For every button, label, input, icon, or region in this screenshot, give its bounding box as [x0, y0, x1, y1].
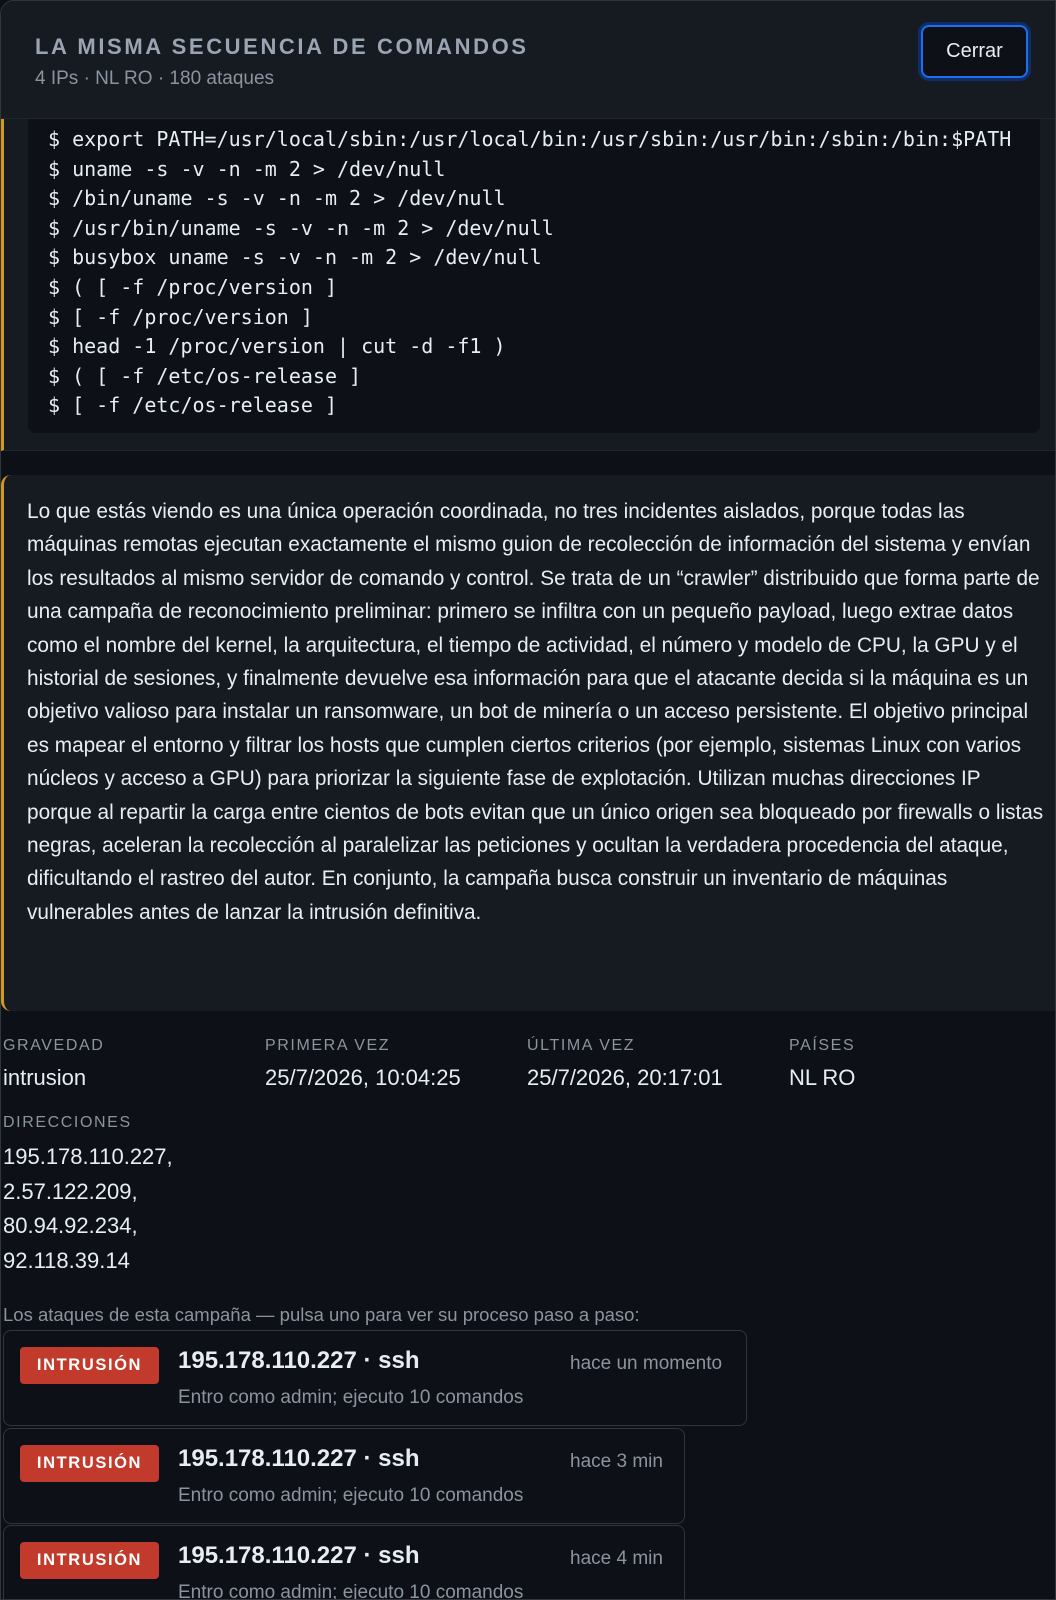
- command-line: $ head -1 /proc/version | cut -d -f1 ): [48, 334, 506, 359]
- addresses-section: DIRECCIONES 195.178.110.227, 2.57.122.20…: [3, 1114, 173, 1278]
- ip-address: 2.57.122.209,: [3, 1178, 138, 1204]
- attack-summary: Entro como admin; ejecuto 10 comandos: [178, 1485, 524, 1506]
- meta-countries: PAÍSES NL RO: [789, 1037, 855, 1091]
- panel-title: LA MISMA SECUENCIA DE COMANDOS: [35, 34, 529, 59]
- command-code-block: $ export PATH=/usr/local/sbin:/usr/local…: [28, 119, 1040, 433]
- campaign-explanation: Lo que estás viendo es una única operaci…: [1, 475, 1055, 1011]
- command-line: $ ( [ -f /proc/version ]: [48, 274, 337, 299]
- close-button[interactable]: Cerrar: [921, 25, 1028, 78]
- last-seen-label: ÚLTIMA VEZ: [527, 1037, 636, 1054]
- command-list: $ export PATH=/usr/local/sbin:/usr/local…: [48, 125, 1011, 421]
- command-line: $ [ -f /etc/os-release ]: [48, 393, 337, 418]
- last-seen-value: 25/7/2026, 20:17:01: [527, 1065, 723, 1090]
- attack-time: hace 3 min: [570, 1451, 663, 1472]
- severity-label: GRAVEDAD: [3, 1037, 105, 1054]
- command-sequence-section: $ export PATH=/usr/local/sbin:/usr/local…: [1, 119, 1055, 451]
- attacks-intro: Los ataques de esta campaña — pulsa uno …: [3, 1304, 640, 1325]
- attack-list-item[interactable]: INTRUSIÓN 195.178.110.227 · ssh Entro co…: [3, 1525, 685, 1600]
- ip-address: 80.94.92.234,: [3, 1213, 138, 1238]
- severity-badge: INTRUSIÓN: [20, 1542, 159, 1579]
- command-line: $ /usr/bin/uname -s -v -n -m 2 > /dev/nu…: [48, 215, 554, 240]
- meta-first-seen: PRIMERA VEZ 25/7/2026, 10:04:25: [265, 1037, 461, 1091]
- severity-badge: INTRUSIÓN: [20, 1347, 159, 1384]
- countries-value: NL RO: [789, 1065, 856, 1090]
- attack-title: 195.178.110.227 · ssh: [178, 1347, 420, 1374]
- countries-label: PAÍSES: [789, 1037, 856, 1054]
- command-line: $ [ -f /proc/version ]: [48, 304, 313, 329]
- attack-summary: Entro como admin; ejecuto 10 comandos: [178, 1387, 524, 1408]
- attack-summary: Entro como admin; ejecuto 10 comandos: [178, 1582, 524, 1600]
- address-list: 195.178.110.227, 2.57.122.209, 80.94.92.…: [3, 1140, 173, 1278]
- meta-last-seen: ÚLTIMA VEZ 25/7/2026, 20:17:01: [527, 1037, 723, 1091]
- attack-title: 195.178.110.227 · ssh: [178, 1542, 420, 1569]
- attack-time: hace un momento: [570, 1353, 723, 1374]
- command-line: $ /bin/uname -s -v -n -m 2 > /dev/null: [48, 186, 506, 211]
- attack-list-item[interactable]: INTRUSIÓN 195.178.110.227 · ssh Entro co…: [3, 1428, 685, 1524]
- panel-subtitle: 4 IPs · NL RO · 180 ataques: [35, 68, 275, 89]
- panel-header: LA MISMA SECUENCIA DE COMANDOS 4 IPs · N…: [1, 1, 1055, 119]
- command-line: $ busybox uname -s -v -n -m 2 > /dev/nul…: [48, 245, 542, 270]
- campaign-detail-panel: LA MISMA SECUENCIA DE COMANDOS 4 IPs · N…: [0, 0, 1056, 1600]
- first-seen-label: PRIMERA VEZ: [265, 1037, 391, 1054]
- ip-address: 92.118.39.14: [3, 1247, 130, 1273]
- command-line: $ ( [ -f /etc/os-release ]: [48, 363, 362, 388]
- meta-severity: GRAVEDAD intrusion: [3, 1037, 104, 1091]
- severity-badge: INTRUSIÓN: [20, 1445, 159, 1482]
- first-seen-value: 25/7/2026, 10:04:25: [265, 1065, 461, 1090]
- attack-time: hace 4 min: [570, 1548, 663, 1569]
- attack-title: 195.178.110.227 · ssh: [178, 1445, 420, 1472]
- explanation-text: Lo que estás viendo es una única operaci…: [27, 500, 1044, 924]
- severity-value: intrusion: [3, 1065, 87, 1090]
- ip-address: 195.178.110.227,: [3, 1144, 173, 1169]
- attack-list-item[interactable]: INTRUSIÓN 195.178.110.227 · ssh Entro co…: [3, 1330, 747, 1426]
- addresses-label: DIRECCIONES: [3, 1114, 132, 1131]
- command-line: $ uname -s -v -n -m 2 > /dev/null: [48, 156, 446, 181]
- command-line: $ export PATH=/usr/local/sbin:/usr/local…: [48, 127, 1012, 151]
